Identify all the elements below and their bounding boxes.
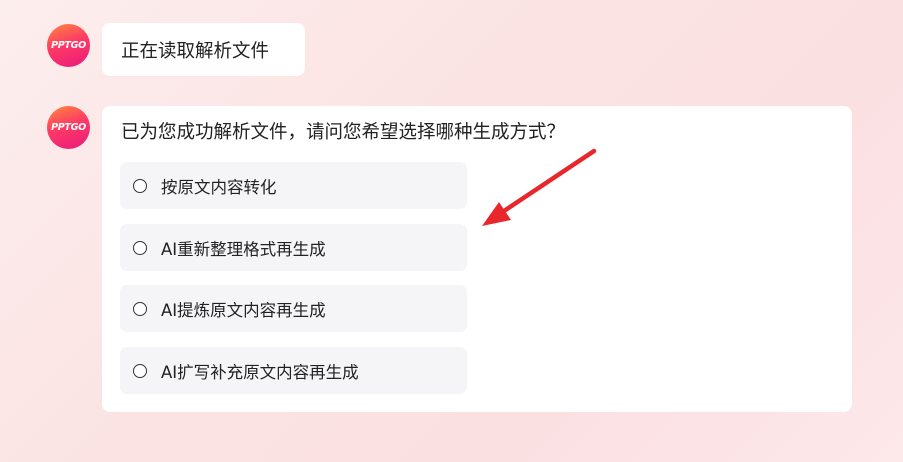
option-ai-reformat[interactable]: AI重新整理格式再生成	[120, 224, 467, 271]
pptgo-avatar: PPTGO	[47, 106, 90, 149]
status-message-bubble: 正在读取解析文件	[102, 23, 305, 76]
option-label: AI重新整理格式再生成	[161, 239, 326, 259]
avatar-logo-text: PPTGO	[51, 40, 86, 51]
radio-unchecked-icon[interactable]	[133, 178, 147, 193]
status-message-text: 正在读取解析文件	[121, 40, 270, 62]
question-text: 已为您成功解析文件，请问您希望选择哪种生成方式？	[121, 122, 566, 143]
radio-unchecked-icon[interactable]	[133, 301, 147, 316]
question-message-bubble: 已为您成功解析文件，请问您希望选择哪种生成方式？ 按原文内容转化 AI重新整理格…	[102, 106, 852, 412]
option-ai-expand[interactable]: AI扩写补充原文内容再生成	[120, 347, 467, 394]
option-label: 按原文内容转化	[161, 177, 277, 197]
avatar-logo-text: PPTGO	[51, 122, 86, 133]
option-original-content[interactable]: 按原文内容转化	[120, 162, 467, 209]
option-label: AI提炼原文内容再生成	[161, 300, 326, 320]
option-label: AI扩写补充原文内容再生成	[161, 362, 359, 382]
radio-unchecked-icon[interactable]	[133, 363, 147, 378]
radio-unchecked-icon[interactable]	[133, 240, 147, 255]
option-ai-refine[interactable]: AI提炼原文内容再生成	[120, 285, 467, 332]
pptgo-avatar: PPTGO	[47, 24, 90, 67]
